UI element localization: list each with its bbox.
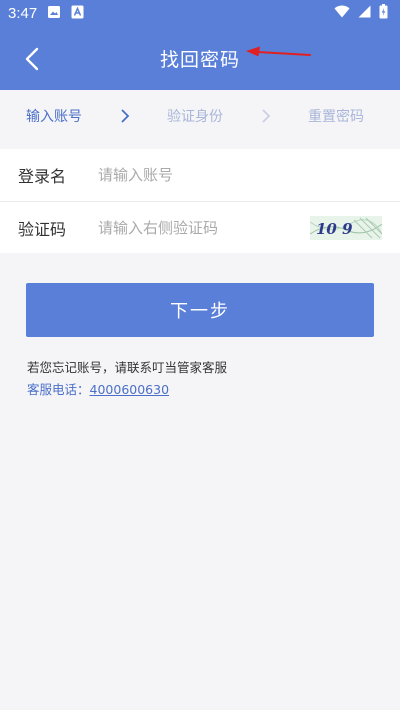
captcha-image[interactable]: 10 9 <box>310 215 382 240</box>
step-chevron-icon <box>120 108 130 124</box>
service-phone-link[interactable]: 4000600630 <box>90 382 170 397</box>
step-input-account: 输入账号 <box>26 109 82 125</box>
username-label: 登录名 <box>18 167 67 186</box>
next-step-button[interactable]: 下一步 <box>26 283 374 337</box>
username-row: 登录名 <box>0 149 400 201</box>
step-reset-password: 重置密码 <box>308 109 364 125</box>
recovery-form: 登录名 验证码 10 9 <box>0 149 400 253</box>
help-section: 若您忘记账号，请联系叮当管家客服 客服电话：4000600630 <box>27 357 400 401</box>
page-title: 找回密码 <box>159 49 240 71</box>
service-phone-line: 客服电话：4000600630 <box>27 379 400 401</box>
captcha-row: 验证码 10 9 <box>0 201 400 253</box>
app-screen: 3:47 找回密码 输入账号 验证身份 重置密码 登录名 请输入账号 验证码 请… <box>0 0 400 710</box>
step-indicator: 输入账号 验证身份 重置密码 <box>0 90 400 142</box>
back-chevron-icon <box>25 47 39 70</box>
service-phone-label: 客服电话： <box>27 382 90 397</box>
app-notification-icon <box>71 5 84 23</box>
back-button[interactable] <box>18 45 46 73</box>
svg-text:10 9: 10 9 <box>316 220 353 238</box>
signal-icon <box>358 5 371 22</box>
status-time: 3:47 <box>8 5 38 22</box>
wifi-icon <box>334 5 350 22</box>
captcha-label: 验证码 <box>18 219 67 239</box>
annotation-arrow-icon <box>246 46 311 57</box>
step-verify-identity: 验证身份 <box>167 109 223 125</box>
battery-icon <box>379 4 388 23</box>
app-header: 找回密码 <box>0 27 400 90</box>
status-bar: 3:47 <box>0 0 400 27</box>
forgot-account-hint: 若您忘记账号，请联系叮当管家客服 <box>27 360 228 375</box>
image-icon <box>47 5 61 23</box>
step-chevron-icon <box>261 108 271 124</box>
username-input[interactable] <box>98 166 400 184</box>
